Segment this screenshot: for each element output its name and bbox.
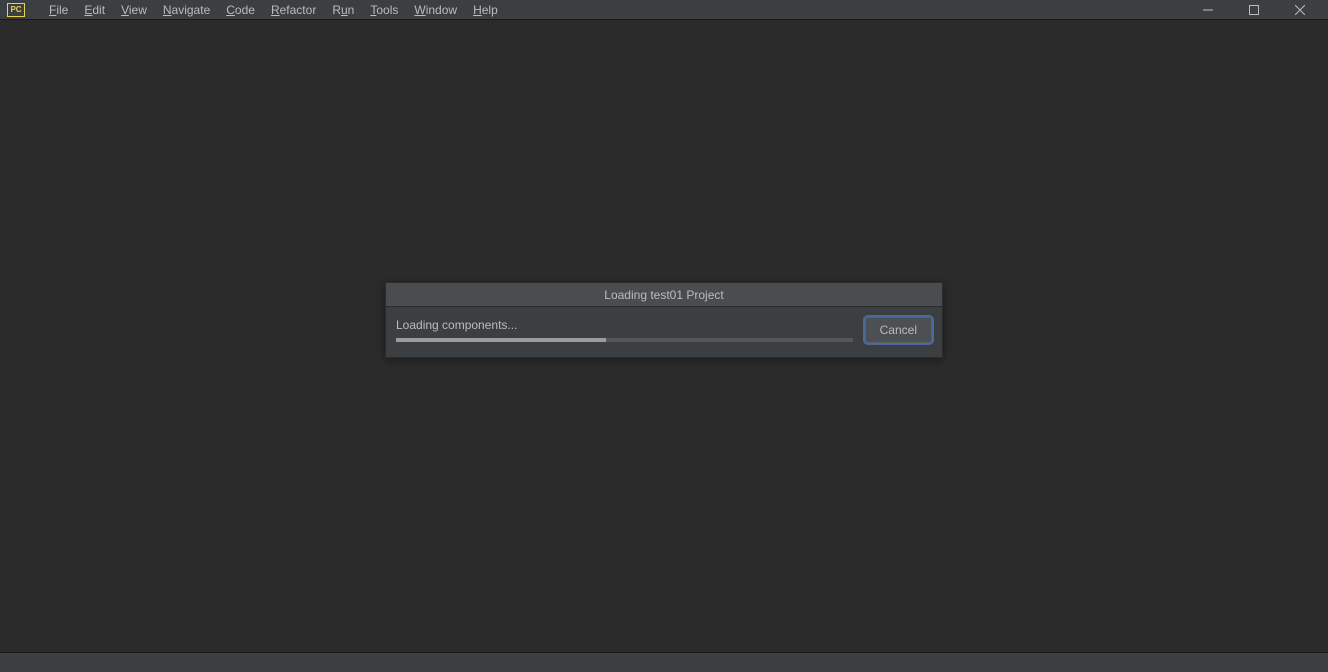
menu-navigate[interactable]: Navigate [155, 1, 218, 19]
progress-bar [396, 338, 853, 342]
progress-section: Loading components... [396, 318, 853, 342]
status-bar [0, 652, 1328, 672]
menu-view[interactable]: View [113, 1, 155, 19]
progress-fill [396, 338, 606, 342]
close-button[interactable] [1277, 0, 1323, 20]
cancel-button[interactable]: Cancel [865, 317, 932, 343]
menu-window[interactable]: Window [406, 1, 465, 19]
minimize-icon [1203, 5, 1213, 15]
menu-tools[interactable]: Tools [362, 1, 406, 19]
close-icon [1295, 5, 1305, 15]
dialog-body: Loading components... Cancel [386, 307, 942, 357]
menu-run[interactable]: Run [324, 1, 362, 19]
progress-label: Loading components... [396, 318, 853, 332]
menu-items: File Edit View Navigate Code Refactor Ru… [41, 1, 506, 19]
maximize-icon [1249, 5, 1259, 15]
menu-code[interactable]: Code [218, 1, 263, 19]
menu-refactor[interactable]: Refactor [263, 1, 324, 19]
loading-dialog: Loading test01 Project Loading component… [385, 282, 943, 358]
menu-edit[interactable]: Edit [76, 1, 113, 19]
dialog-title: Loading test01 Project [386, 283, 942, 307]
minimize-button[interactable] [1185, 0, 1231, 20]
menubar: PC File Edit View Navigate Code Refactor… [0, 0, 1328, 20]
maximize-button[interactable] [1231, 0, 1277, 20]
menu-help[interactable]: Help [465, 1, 506, 19]
app-icon-text: PC [10, 6, 21, 14]
menu-file[interactable]: File [41, 1, 76, 19]
app-icon: PC [7, 3, 25, 17]
window-controls [1185, 0, 1323, 20]
